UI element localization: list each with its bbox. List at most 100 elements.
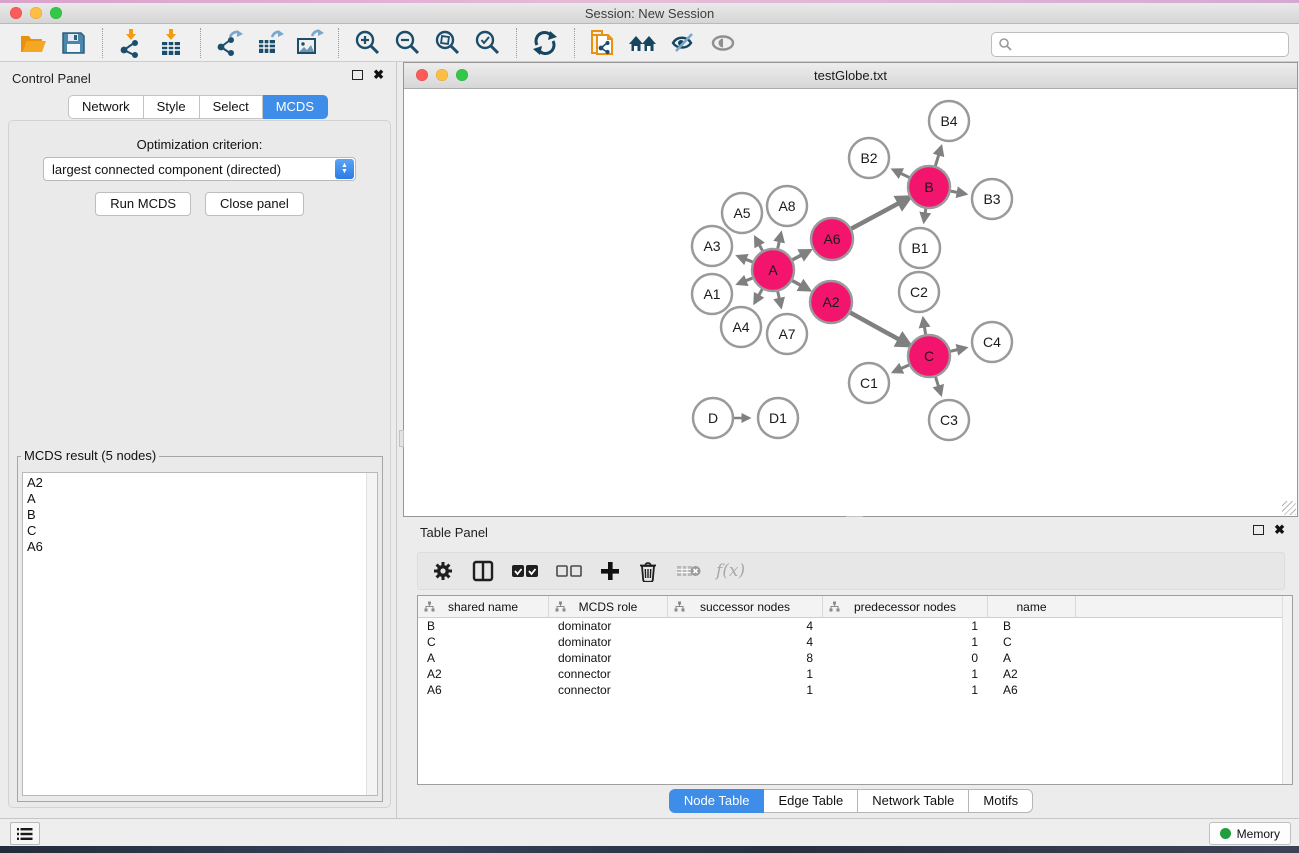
table-row[interactable]: Cdominator41C — [418, 634, 1292, 650]
graph-edge[interactable] — [894, 365, 909, 372]
table-panel: Table Panel ✖ — [403, 517, 1299, 818]
graph-edge[interactable] — [778, 291, 781, 306]
column-header[interactable]: predecessor nodes — [823, 596, 988, 617]
add-column-icon[interactable] — [600, 561, 620, 581]
graph-edge[interactable] — [738, 278, 752, 284]
column-header[interactable]: MCDS role — [549, 596, 668, 617]
mcds-result-list-box[interactable]: A2ABCA6 — [22, 472, 378, 796]
home-icon[interactable] — [626, 27, 660, 59]
tab-network-table[interactable]: Network Table — [858, 789, 969, 813]
zoom-in-icon[interactable] — [350, 27, 384, 59]
graph-node-label: B — [924, 179, 933, 195]
zoom-out-icon[interactable] — [390, 27, 424, 59]
close-panel-button[interactable]: Close panel — [205, 192, 304, 216]
mcds-list-scrollbar[interactable] — [366, 473, 377, 795]
graph-edge[interactable] — [850, 313, 909, 346]
node-table[interactable]: shared nameMCDS rolesuccessor nodesprede… — [417, 595, 1293, 785]
sort-hierarchy-icon — [555, 601, 566, 612]
save-session-icon[interactable] — [56, 27, 90, 59]
mcds-result-item[interactable]: A2 — [23, 475, 377, 491]
graph-edge[interactable] — [924, 209, 926, 222]
table-row[interactable]: A6connector11A6 — [418, 682, 1292, 698]
tab-select[interactable]: Select — [200, 95, 263, 119]
mcds-result-item[interactable]: A — [23, 491, 377, 507]
graph-edge[interactable] — [755, 238, 762, 251]
search-input[interactable] — [1013, 35, 1288, 55]
tab-mcds[interactable]: MCDS — [263, 95, 328, 119]
tab-network[interactable]: Network — [68, 95, 144, 119]
float-panel-icon[interactable] — [1253, 525, 1264, 535]
graph-edge[interactable] — [950, 348, 965, 351]
show-graphics-icon[interactable] — [706, 27, 740, 59]
run-mcds-button[interactable]: Run MCDS — [95, 192, 191, 216]
memory-label: Memory — [1237, 827, 1280, 841]
mcds-result-item[interactable]: A6 — [23, 539, 377, 555]
graph-node-label: C3 — [940, 412, 958, 428]
deselect-all-icon[interactable] — [556, 564, 582, 578]
table-cell: 0 — [823, 651, 988, 665]
close-panel-icon[interactable]: ✖ — [1274, 525, 1285, 535]
table-panel-title: Table Panel — [420, 525, 488, 540]
graph-edge[interactable] — [951, 191, 966, 194]
graph-node-label: A1 — [703, 286, 720, 302]
delete-table-icon[interactable] — [676, 563, 702, 579]
column-layout-icon[interactable] — [472, 560, 494, 582]
table-cell: 8 — [668, 651, 823, 665]
hide-graphics-icon[interactable] — [666, 27, 700, 59]
import-network-icon[interactable] — [114, 27, 148, 59]
task-history-button[interactable] — [10, 822, 40, 845]
import-table-icon[interactable] — [154, 27, 188, 59]
export-network-icon[interactable] — [212, 27, 246, 59]
node-table-header: shared nameMCDS rolesuccessor nodesprede… — [418, 596, 1292, 618]
close-panel-icon[interactable]: ✖ — [373, 70, 384, 80]
criterion-select[interactable]: largest connected component (directed) ▲… — [43, 157, 356, 181]
graph-edge[interactable] — [792, 281, 809, 290]
table-cell: 1 — [668, 667, 823, 681]
open-session-icon[interactable] — [16, 27, 50, 59]
graph-edge[interactable] — [936, 377, 941, 394]
table-scrollbar[interactable] — [1282, 596, 1292, 784]
select-stepper-icon: ▲▼ — [335, 159, 354, 179]
graph-edge[interactable] — [792, 251, 809, 260]
graph-node-label: B3 — [983, 191, 1000, 207]
graph-edge[interactable] — [851, 197, 909, 228]
tab-style[interactable]: Style — [144, 95, 200, 119]
tab-node-table[interactable]: Node Table — [669, 789, 765, 813]
toolbar-separator — [200, 28, 202, 58]
mcds-result-item[interactable]: B — [23, 507, 377, 523]
float-panel-icon[interactable] — [352, 70, 363, 80]
function-builder-icon[interactable]: f(x) — [716, 561, 745, 581]
refresh-icon[interactable] — [528, 27, 562, 59]
tab-edge-table[interactable]: Edge Table — [764, 789, 858, 813]
memory-button[interactable]: Memory — [1209, 822, 1291, 845]
network-canvas[interactable]: B4B2BB3A5A8A6B1A3AC2A1A2A4A7C4CC1C3DD1 — [405, 89, 1296, 515]
graph-edge[interactable] — [935, 147, 941, 166]
zoom-fit-icon[interactable] — [430, 27, 464, 59]
search-field[interactable] — [991, 32, 1289, 57]
column-header[interactable]: name — [988, 596, 1076, 617]
zoom-selected-icon[interactable] — [470, 27, 504, 59]
column-header[interactable]: successor nodes — [668, 596, 823, 617]
mcds-result-item[interactable]: C — [23, 523, 377, 539]
split-divider-handle[interactable] — [399, 430, 404, 447]
control-panel: Control Panel ✖ Network Style Select MCD… — [0, 62, 397, 818]
table-row[interactable]: A2connector11A2 — [418, 666, 1292, 682]
table-row[interactable]: Adominator80A — [418, 650, 1292, 666]
graph-edge[interactable] — [923, 319, 925, 335]
select-all-icon[interactable] — [512, 564, 538, 578]
table-row[interactable]: Bdominator41B — [418, 618, 1292, 634]
tab-motifs[interactable]: Motifs — [969, 789, 1033, 813]
graph-edge[interactable] — [755, 289, 763, 302]
export-image-icon[interactable] — [292, 27, 326, 59]
network-clipboard-icon[interactable] — [586, 27, 620, 59]
graph-edge[interactable] — [738, 256, 752, 262]
column-header[interactable]: shared name — [418, 596, 549, 617]
export-table-icon[interactable] — [252, 27, 286, 59]
graph-edge[interactable] — [893, 170, 909, 178]
optimization-criterion-label: Optimization criterion: — [9, 137, 390, 152]
graph-edge[interactable] — [778, 233, 781, 248]
gear-icon[interactable] — [432, 560, 454, 582]
delete-column-icon[interactable] — [638, 560, 658, 582]
network-window-titlebar[interactable]: testGlobe.txt — [404, 63, 1297, 89]
window-resize-grip[interactable] — [1282, 501, 1296, 515]
